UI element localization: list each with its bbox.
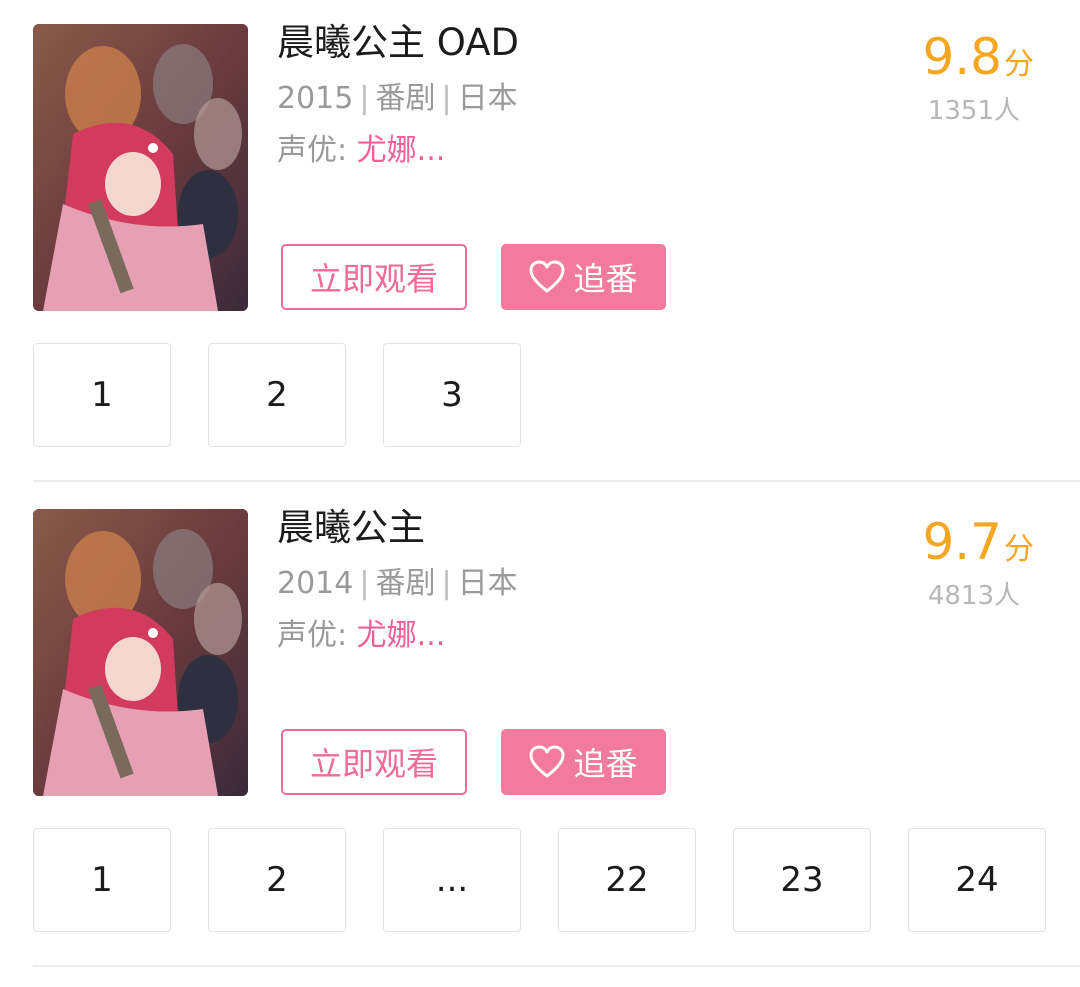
episode-button[interactable]: 22 [558,828,696,932]
episode-button[interactable]: 24 [908,828,1046,932]
heart-outline-icon [529,260,565,293]
anime-poster[interactable] [33,24,248,311]
watch-now-button[interactable]: 立即观看 [281,244,467,310]
anime-title[interactable]: 晨曦公主 [277,505,425,551]
voice-actor-label: 声优: [277,618,357,653]
vote-count: 4813人 [927,581,1020,611]
follow-label: 追番 [573,260,638,298]
follow-button[interactable]: 追番 [501,244,666,310]
meta-separator: | [359,81,370,116]
voice-actor-name[interactable]: 尤娜... [357,133,446,168]
meta-separator: | [441,81,452,116]
anime-meta: 2015 | 番剧 | 日本 [277,78,518,120]
anime-region: 日本 [457,566,518,601]
episode-button[interactable]: 2 [208,828,346,932]
score-unit: 分 [1004,47,1034,82]
score-value: 9.7 [922,513,1002,571]
episode-button[interactable]: 1 [33,343,171,447]
episode-button[interactable]: 23 [733,828,871,932]
episode-ellipsis-button[interactable]: ... [383,828,521,932]
anime-year: 2015 [277,81,354,116]
score: 9.7分 [922,513,1034,571]
card-divider [33,965,1080,967]
follow-label: 追番 [573,745,638,783]
heart-outline-icon [529,745,565,778]
watch-now-button[interactable]: 立即观看 [281,729,467,795]
score-value: 9.8 [922,28,1002,86]
meta-separator: | [441,566,452,601]
voice-actor-name[interactable]: 尤娜... [357,618,446,653]
anime-poster[interactable] [33,509,248,796]
meta-separator: | [359,566,370,601]
episode-button[interactable]: 1 [33,828,171,932]
vote-count: 1351人 [927,96,1020,126]
voice-actor-label: 声优: [277,133,357,168]
follow-button[interactable]: 追番 [501,729,666,795]
poster-illustration [33,24,248,311]
anime-category: 番剧 [375,566,436,601]
poster-illustration [33,509,248,796]
score: 9.8分 [922,28,1034,86]
anime-region: 日本 [457,81,518,116]
voice-actor-line: 声优: 尤娜... [277,615,445,657]
score-unit: 分 [1004,532,1034,567]
episode-button[interactable]: 3 [383,343,521,447]
anime-title[interactable]: 晨曦公主 OAD [277,20,519,66]
episode-button[interactable]: 2 [208,343,346,447]
voice-actor-line: 声优: 尤娜... [277,130,445,172]
anime-year: 2014 [277,566,354,601]
anime-category: 番剧 [375,81,436,116]
anime-meta: 2014 | 番剧 | 日本 [277,563,518,605]
card-divider [33,480,1080,482]
